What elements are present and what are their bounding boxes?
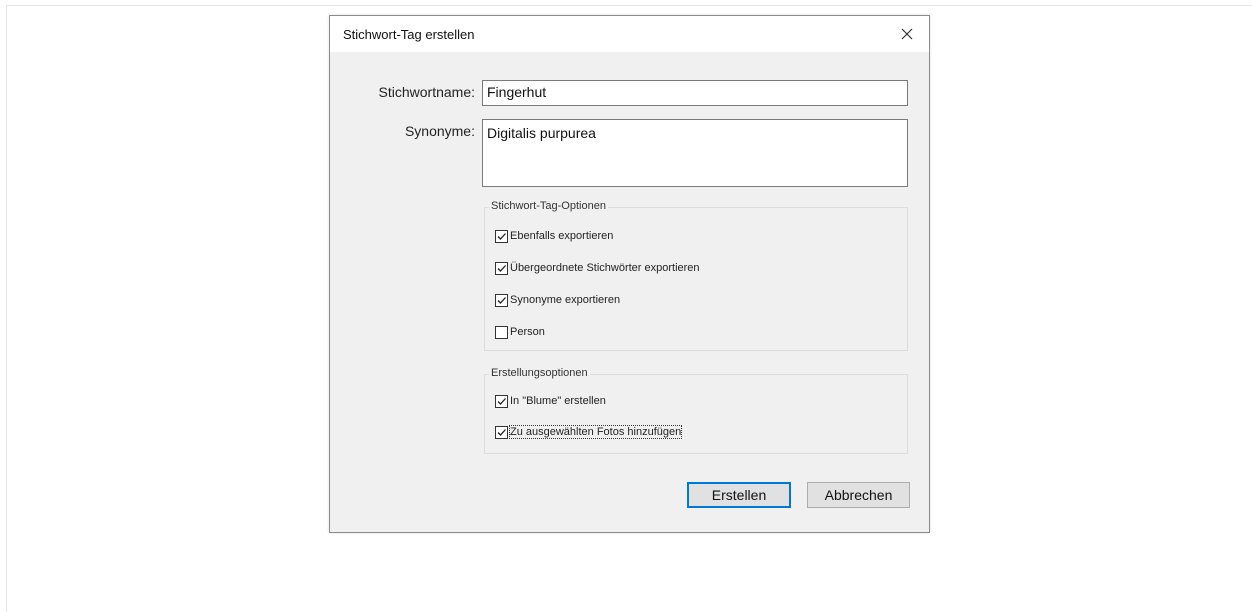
- keyword-name-input[interactable]: Fingerhut: [482, 80, 908, 106]
- dialog-title: Stichwort-Tag erstellen: [343, 27, 475, 42]
- page-frame-left: [6, 5, 7, 612]
- export-also-checkbox[interactable]: Ebenfalls exportieren: [495, 228, 613, 244]
- page: Stichwort-Tag erstellen Stichwortname: F…: [0, 0, 1252, 612]
- checkmark-icon: [497, 397, 506, 405]
- synonyms-label: Synonyme:: [404, 123, 475, 139]
- page-frame-top: [6, 5, 1252, 6]
- checkbox-box[interactable]: [495, 425, 508, 439]
- add-to-selected-photos-checkbox[interactable]: Zu ausgewählten Fotos hinzufügen: [495, 424, 683, 440]
- checkbox-box[interactable]: [495, 394, 508, 408]
- synonyms-textarea[interactable]: Digitalis purpurea: [482, 119, 908, 187]
- export-parent-keywords-checkbox[interactable]: Übergeordnete Stichwörter exportieren: [495, 260, 700, 276]
- cancel-button[interactable]: Abbrechen: [807, 482, 910, 508]
- checkmark-icon: [497, 264, 506, 272]
- checkbox-box[interactable]: [495, 325, 508, 339]
- checkmark-icon: [497, 428, 506, 436]
- checkmark-icon: [497, 296, 506, 304]
- keyword-tag-options-group: Stichwort-Tag-Optionen Ebenfalls exporti…: [484, 200, 908, 351]
- create-keyword-dialog: Stichwort-Tag erstellen Stichwortname: F…: [329, 15, 930, 533]
- person-label: Person: [510, 326, 545, 338]
- close-icon: [901, 28, 913, 40]
- close-button[interactable]: [893, 20, 921, 48]
- dialog-titlebar[interactable]: Stichwort-Tag erstellen: [330, 16, 929, 52]
- creation-options-group: Erstellungsoptionen In "Blume" erstellen…: [484, 367, 908, 454]
- keyword-name-label: Stichwortname:: [378, 84, 475, 100]
- export-also-label: Ebenfalls exportieren: [510, 230, 614, 242]
- export-synonyms-label: Synonyme exportieren: [510, 294, 621, 306]
- checkbox-box[interactable]: [495, 229, 508, 243]
- create-in-parent-label: In "Blume" erstellen: [510, 395, 606, 407]
- create-in-parent-checkbox[interactable]: In "Blume" erstellen: [495, 393, 606, 409]
- person-checkbox[interactable]: Person: [495, 324, 545, 340]
- checkbox-box[interactable]: [495, 293, 508, 307]
- export-parent-keywords-label: Übergeordnete Stichwörter exportieren: [510, 262, 700, 274]
- creation-options-legend: Erstellungsoptionen: [489, 367, 590, 379]
- export-synonyms-checkbox[interactable]: Synonyme exportieren: [495, 292, 620, 308]
- keyword-tag-options-legend: Stichwort-Tag-Optionen: [489, 200, 608, 212]
- checkbox-box[interactable]: [495, 261, 508, 275]
- checkmark-icon: [497, 232, 506, 240]
- add-to-selected-photos-label: Zu ausgewählten Fotos hinzufügen: [508, 425, 683, 439]
- create-button[interactable]: Erstellen: [687, 482, 791, 508]
